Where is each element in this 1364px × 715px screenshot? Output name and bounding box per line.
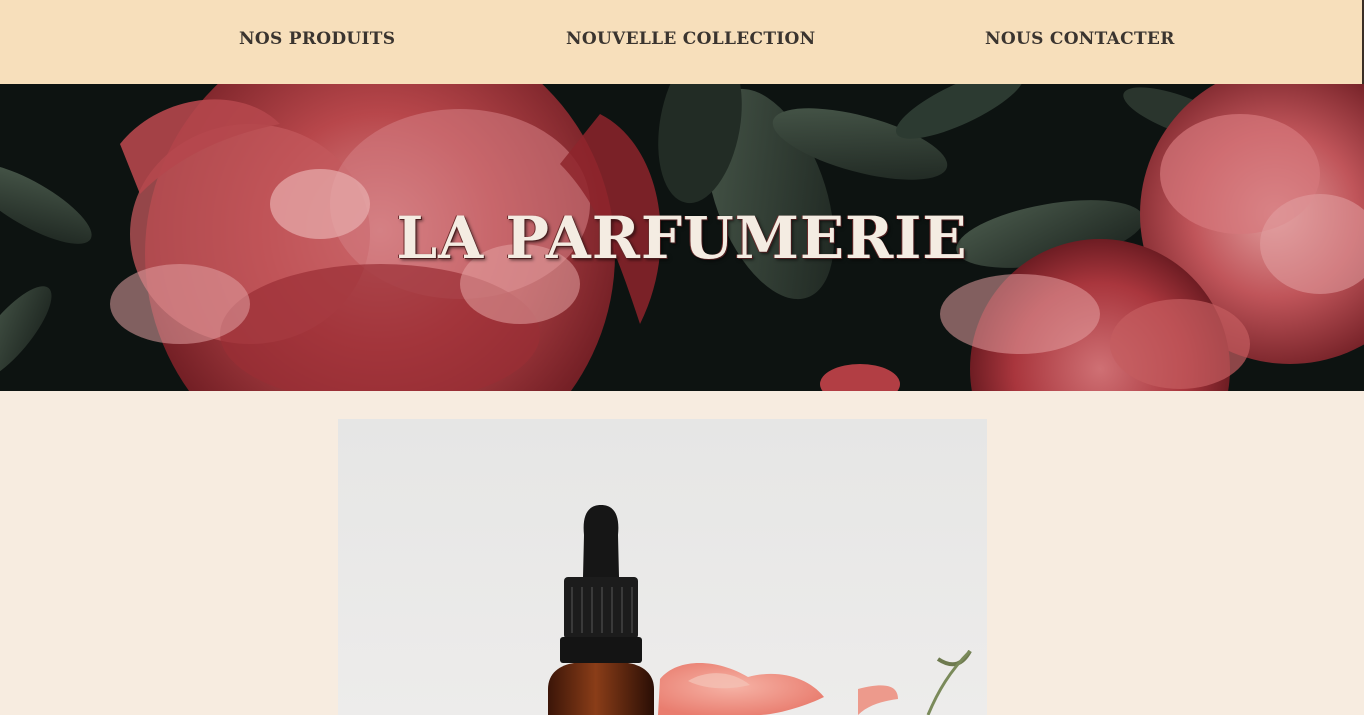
top-navigation-bar: NOS PRODUITS NOUVELLE COLLECTION NOUS CO… (0, 0, 1364, 84)
nav-link-nous-contacter[interactable]: NOUS CONTACTER (985, 29, 1175, 49)
hero-banner: LA PARFUMERIE (0, 84, 1364, 391)
product-photo (338, 419, 987, 715)
nav-link-nos-produits[interactable]: NOS PRODUITS (239, 29, 395, 49)
dropper-bottle-image (338, 419, 987, 715)
hero-title: LA PARFUMERIE (396, 204, 968, 272)
nav-link-nouvelle-collection[interactable]: NOUVELLE COLLECTION (566, 29, 816, 49)
